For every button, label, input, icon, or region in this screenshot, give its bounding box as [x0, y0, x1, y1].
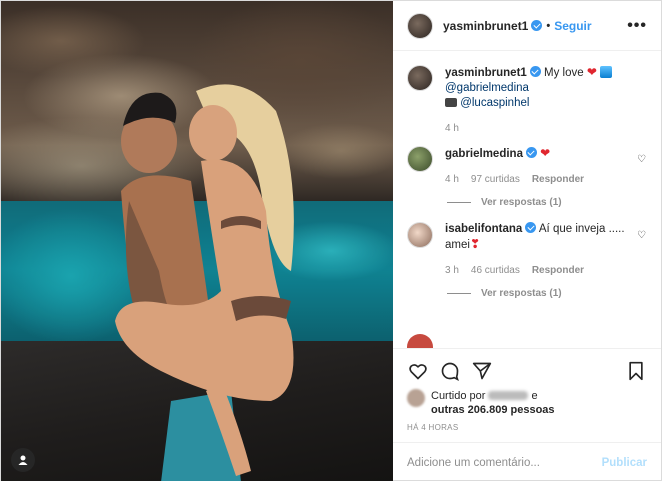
- photo-couple: [115, 84, 294, 481]
- post-timestamp[interactable]: HÁ 4 HORAS: [407, 423, 647, 432]
- heart-exclamation-emoji-icon: ❣: [469, 237, 480, 251]
- caption-mention-lucaspinhel[interactable]: @lucaspinhel: [460, 97, 529, 109]
- author-avatar[interactable]: [407, 12, 433, 39]
- liked-by-prefix: Curtido por: [431, 390, 486, 402]
- tagged-users-icon[interactable]: [11, 448, 35, 472]
- caption-mention-gabrielmedina[interactable]: @gabrielmedina: [445, 82, 529, 94]
- comment-text: Aí que inveja .....: [538, 223, 625, 235]
- post-actions: Curtido por e outras 206.809 pessoas HÁ …: [393, 348, 661, 442]
- post-header: yasminbrunet1 • Seguir •••: [393, 1, 661, 51]
- likes-count-link[interactable]: outras 206.809 pessoas: [431, 404, 555, 416]
- caption-row: yasminbrunet1 My love ❤ @gabrielmedina @…: [407, 65, 647, 136]
- reply-button[interactable]: Responder: [532, 263, 584, 278]
- caption-avatar[interactable]: [407, 65, 433, 91]
- caption-text: My love: [544, 67, 584, 79]
- comment-time[interactable]: 3 h: [445, 263, 459, 278]
- caption-username[interactable]: yasminbrunet1: [445, 67, 527, 79]
- more-options-icon[interactable]: •••: [627, 17, 647, 35]
- view-replies-label: Ver respostas (1): [481, 288, 562, 299]
- camera-emoji-icon: [445, 98, 457, 107]
- verified-badge-icon: [525, 147, 537, 158]
- comment-time[interactable]: 4 h: [445, 172, 459, 187]
- like-comment-heart-icon[interactable]: ♡: [637, 154, 647, 165]
- comment-avatar[interactable]: [407, 146, 433, 172]
- comment-text-line2: amei: [445, 239, 470, 251]
- follow-button[interactable]: Seguir: [554, 19, 591, 33]
- comments-list[interactable]: yasminbrunet1 My love ❤ @gabrielmedina @…: [393, 51, 661, 348]
- comment-likes[interactable]: 97 curtidas: [471, 172, 520, 187]
- like-comment-heart-icon[interactable]: ♡: [637, 230, 647, 241]
- blurred-username[interactable]: [488, 391, 529, 400]
- comment-likes[interactable]: 46 curtidas: [471, 263, 520, 278]
- replies-divider: [447, 293, 471, 294]
- header-separator: •: [546, 19, 551, 32]
- comment-avatar[interactable]: [407, 334, 433, 348]
- partially-visible-comment: [407, 334, 647, 348]
- wave-emoji-icon: [600, 66, 613, 78]
- comment-row: isabelifontana Aí que inveja ..... amei❣…: [407, 222, 647, 278]
- liked-by-suffix: e: [531, 390, 538, 402]
- verified-badge-icon: [525, 222, 537, 233]
- heart-emoji-icon: ❤: [586, 65, 597, 79]
- like-heart-icon[interactable]: [407, 360, 429, 382]
- view-replies-button[interactable]: Ver respostas (1): [447, 288, 647, 299]
- heart-emoji-icon: ❤: [540, 146, 551, 160]
- comment-username[interactable]: gabrielmedina: [445, 148, 523, 160]
- verified-badge-icon: [529, 66, 541, 77]
- post-photo[interactable]: [1, 1, 393, 481]
- comment-avatar[interactable]: [407, 222, 433, 248]
- replies-divider: [447, 202, 471, 203]
- post-side-panel: yasminbrunet1 • Seguir ••• yasminbrunet1…: [393, 1, 661, 481]
- comment-row: gabrielmedina ❤ 4 h 97 curtidas Responde…: [407, 146, 647, 187]
- comment-input[interactable]: [407, 456, 602, 469]
- view-replies-button[interactable]: Ver respostas (1): [447, 197, 647, 208]
- likes-summary: Curtido por e outras 206.809 pessoas: [407, 389, 647, 417]
- add-comment-bar: Publicar: [393, 442, 661, 481]
- liker-avatar[interactable]: [407, 389, 425, 407]
- comment-bubble-icon[interactable]: [439, 360, 461, 382]
- verified-badge-icon: [531, 20, 543, 31]
- comment-username[interactable]: isabelifontana: [445, 223, 522, 235]
- caption-time[interactable]: 4 h: [445, 121, 459, 136]
- save-bookmark-icon[interactable]: [625, 360, 647, 382]
- share-send-icon[interactable]: [471, 360, 493, 382]
- view-replies-label: Ver respostas (1): [481, 197, 562, 208]
- instagram-post: yasminbrunet1 • Seguir ••• yasminbrunet1…: [0, 0, 662, 481]
- publish-button[interactable]: Publicar: [602, 457, 647, 469]
- author-username[interactable]: yasminbrunet1: [443, 19, 528, 33]
- reply-button[interactable]: Responder: [532, 172, 584, 187]
